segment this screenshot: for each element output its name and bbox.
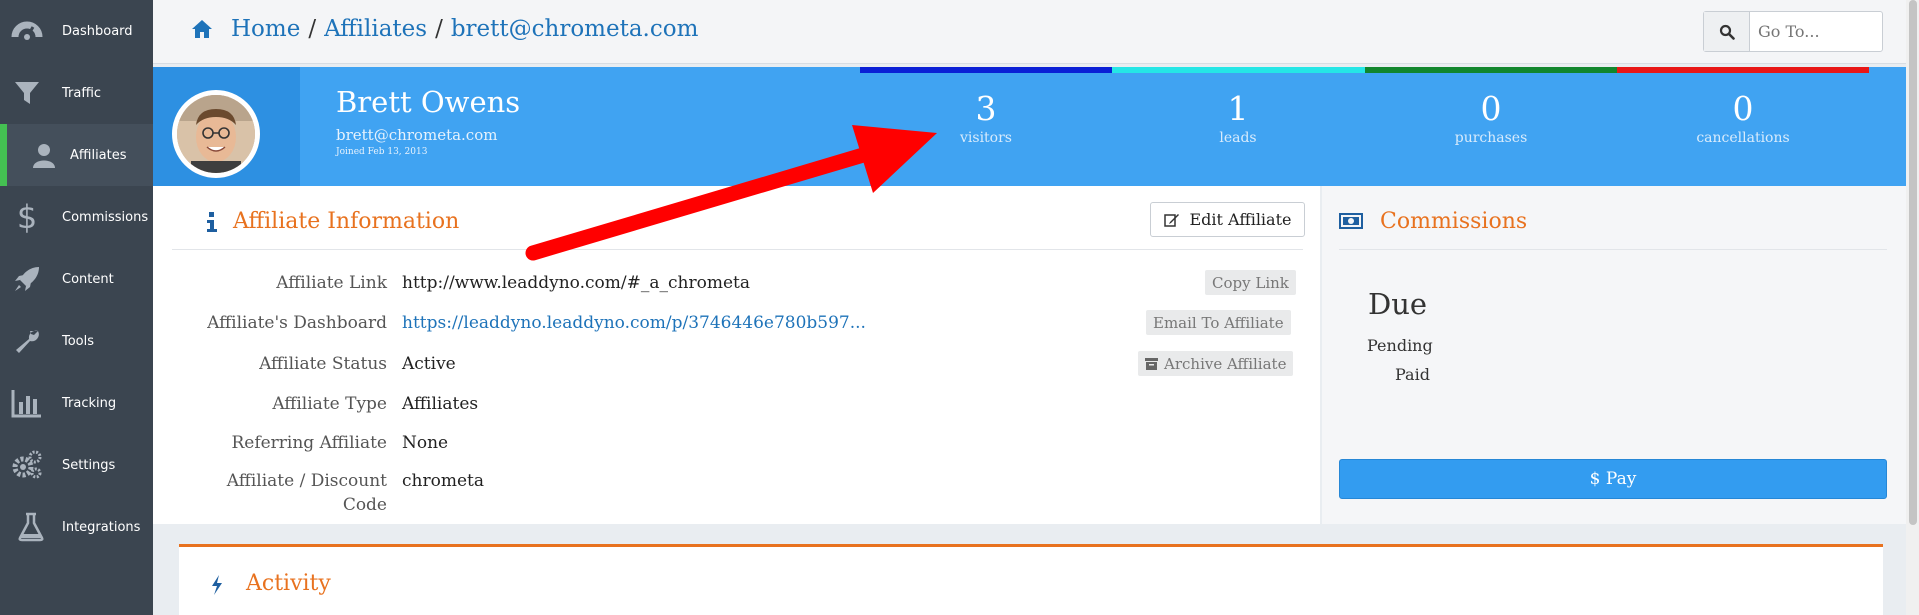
annotation-arrow — [525, 125, 937, 261]
